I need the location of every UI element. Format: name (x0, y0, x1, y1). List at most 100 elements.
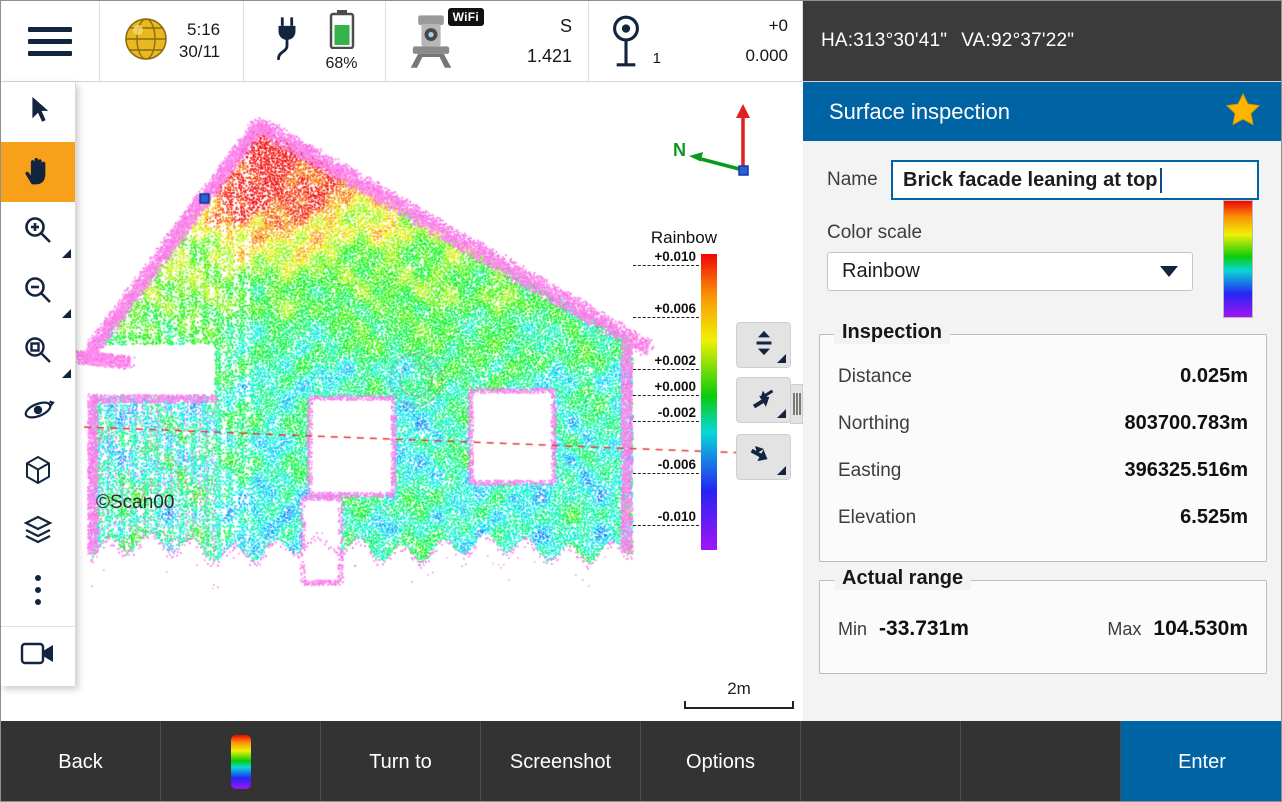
inspection-row-northing: Northing 803700.783m (838, 400, 1248, 447)
date-label: 30/11 (179, 42, 220, 62)
name-label: Name (827, 169, 878, 191)
inspection-legend: Inspection (834, 321, 950, 344)
flip-view-button[interactable] (736, 434, 791, 480)
max-label: Max (1107, 619, 1141, 640)
name-input-value: Brick facade leaning at top (903, 169, 1158, 192)
softkey-bar: Back Turn to Screenshot Options Enter (1, 721, 1282, 802)
power-plug-icon (271, 13, 303, 70)
min-label: Min (838, 619, 867, 640)
inspection-row-distance: Distance 0.025m (838, 353, 1248, 400)
view-3d-button[interactable] (1, 442, 75, 502)
legend-tick: +0.010 (633, 248, 699, 266)
legend-tick: -0.006 (633, 456, 699, 474)
elevation-offset-button[interactable] (736, 322, 791, 368)
surface-inspection-app: 5:16 30/11 68% (0, 0, 1282, 802)
color-scale-label: Color scale (827, 222, 922, 244)
ha-value: HA:313°30'41" (821, 30, 947, 52)
zoom-extents-icon (22, 334, 54, 371)
map-view: N Rainbow +0.010 +0.006 +0.002 +0.000 -0… (76, 82, 803, 721)
legend-tick: +0.002 (633, 352, 699, 370)
actual-range-groupbox: Actual range Min -33.731m Max 104.530m (819, 580, 1267, 674)
panel-title: Surface inspection (829, 99, 1225, 125)
zoom-extents-button[interactable] (1, 322, 75, 382)
project-status-cell[interactable]: 5:16 30/11 (100, 1, 244, 81)
options-button[interactable]: Options (641, 721, 801, 802)
rainbow-icon (231, 735, 251, 789)
main-menu-button[interactable] (1, 1, 100, 81)
more-tools-button[interactable] (1, 562, 75, 622)
legend-tick: +0.006 (633, 300, 699, 318)
battery-percent-label: 68% (325, 55, 357, 73)
orbit-tool-button[interactable] (1, 382, 75, 442)
zoom-out-button[interactable] (1, 262, 75, 322)
cursor-arrow-icon (24, 95, 52, 130)
instrument-status-cell[interactable]: WiFi S 1.421 (386, 1, 589, 81)
softkey-empty-1 (801, 721, 961, 802)
video-camera-button[interactable] (1, 626, 75, 686)
battery-icon (329, 9, 355, 54)
target-height-label: 0.000 (745, 46, 788, 66)
color-scale-value: Rainbow (842, 260, 920, 283)
instrument-mode-label: S (560, 16, 572, 37)
time-label: 5:16 (187, 20, 220, 40)
surface-inspection-panel: Surface inspection Name Brick facade lea… (803, 82, 1282, 721)
video-camera-icon (20, 640, 56, 673)
rotate-view-button[interactable] (736, 377, 791, 423)
target-status-cell[interactable]: 1 +0 0.000 (589, 1, 803, 81)
select-tool-button[interactable] (1, 82, 75, 142)
target-offset-label: +0 (769, 16, 788, 36)
text-cursor (1160, 168, 1162, 193)
actual-range-legend: Actual range (834, 567, 971, 590)
color-scale-dropdown[interactable]: Rainbow (827, 252, 1193, 291)
hand-pan-icon (21, 153, 55, 192)
toolbar-drag-handle[interactable] (790, 384, 803, 424)
scale-bar-label: 2m (684, 679, 794, 699)
wifi-badge: WiFi (448, 8, 484, 26)
panel-header: Surface inspection (803, 82, 1282, 141)
orbit-icon (21, 393, 55, 432)
color-legend-title: Rainbow (616, 228, 717, 248)
chevron-down-icon (1160, 266, 1178, 277)
prism-target-icon (605, 56, 647, 73)
max-value: 104.530m (1153, 617, 1248, 641)
power-status-cell[interactable]: 68% (244, 1, 386, 81)
screenshot-button[interactable]: Screenshot (481, 721, 641, 802)
north-axis-indicator[interactable]: N (671, 96, 775, 188)
enter-button[interactable]: Enter (1121, 721, 1282, 802)
hamburger-icon (28, 27, 72, 56)
va-value: VA:92°37'22" (961, 30, 1074, 52)
legend-tick: -0.010 (633, 508, 699, 526)
cube-icon (22, 454, 54, 491)
layers-icon (21, 513, 55, 552)
legend-tick: +0.000 (633, 378, 699, 396)
north-label: N (673, 140, 686, 160)
status-bar: 5:16 30/11 68% (1, 1, 1282, 82)
zoom-out-icon (22, 274, 54, 311)
pan-tool-button[interactable] (1, 142, 75, 202)
color-scale-toggle-button[interactable] (161, 721, 321, 802)
elevation-arrows-icon (750, 328, 778, 363)
legend-tick: -0.002 (633, 404, 699, 422)
scan-station-label: ©Scan00 (96, 492, 174, 514)
vertical-dots-icon (33, 573, 43, 612)
name-input[interactable]: Brick facade leaning at top (891, 160, 1259, 200)
turn-to-button[interactable]: Turn to (321, 721, 481, 802)
inspection-groupbox: Inspection Distance 0.025m Northing 8037… (819, 334, 1267, 562)
favorite-star-icon[interactable] (1225, 92, 1261, 132)
rotate-3d-arrows-icon (749, 383, 779, 418)
globe-icon (123, 16, 169, 67)
zoom-in-icon (22, 214, 54, 251)
min-value: -33.731m (879, 617, 969, 641)
softkey-empty-2 (961, 721, 1121, 802)
angle-readout: HA:313°30'41" VA:92°37'22" (803, 1, 1282, 81)
color-scale-preview (1223, 200, 1253, 318)
map-scale-bar: 2m (684, 679, 794, 709)
back-button[interactable]: Back (1, 721, 161, 802)
inspection-row-elevation: Elevation 6.525m (838, 494, 1248, 541)
map-toolbar (1, 82, 76, 686)
color-legend-bar (701, 254, 717, 550)
zoom-in-button[interactable] (1, 202, 75, 262)
layers-button[interactable] (1, 502, 75, 562)
instrument-height-label: 1.421 (527, 46, 572, 67)
total-station-icon (400, 59, 462, 76)
